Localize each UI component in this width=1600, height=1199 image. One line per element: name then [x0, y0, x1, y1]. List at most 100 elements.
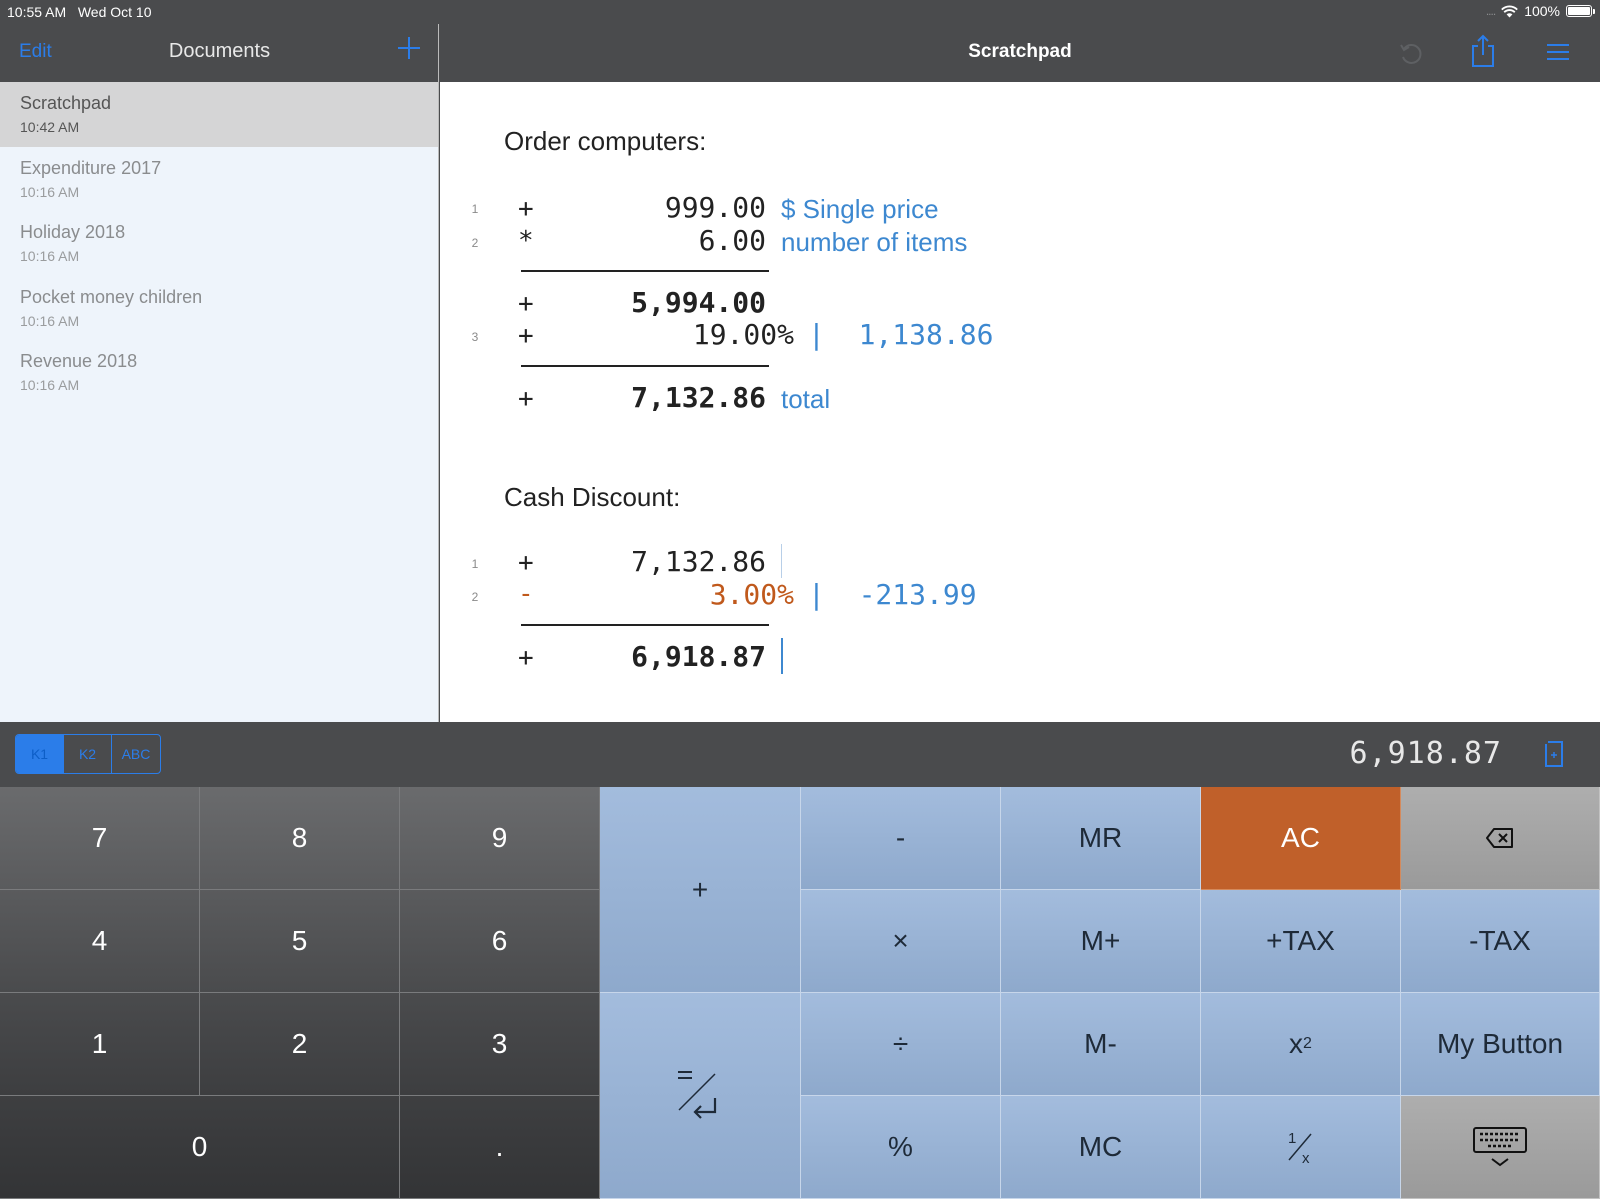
reciprocal-key[interactable]: 1x: [1201, 1096, 1401, 1199]
undo-icon[interactable]: [1398, 41, 1424, 67]
text-cursor: [781, 638, 783, 674]
line-number: 1: [471, 202, 479, 216]
line-comment: number of items: [781, 227, 968, 257]
memory-add-key[interactable]: M+: [1001, 890, 1201, 993]
line-number: 2: [471, 236, 479, 250]
battery-percent: 100%: [1524, 3, 1560, 19]
key-3[interactable]: 3: [400, 993, 600, 1096]
cursor-marker: [781, 544, 782, 578]
operator: +: [518, 384, 534, 414]
key-7[interactable]: 7: [0, 787, 200, 890]
result-display: 6,918.87: [1349, 736, 1502, 771]
status-time: 10:55 AM Wed Oct 10: [7, 4, 152, 20]
line-comment: $ Single price: [781, 194, 939, 224]
copy-result-icon[interactable]: [1542, 738, 1566, 770]
operator: +: [518, 289, 534, 319]
key-9[interactable]: 9: [400, 787, 600, 890]
document-time: 10:16 AM: [20, 248, 80, 264]
document-time: 10:16 AM: [20, 312, 80, 329]
all-clear-key[interactable]: AC: [1201, 787, 1401, 890]
tax-result: | 1,138.86: [808, 318, 994, 351]
decimal-key[interactable]: .: [400, 1096, 600, 1199]
square-key[interactable]: x2: [1201, 993, 1401, 1096]
document-item-holiday-2018[interactable]: Holiday 2018 10:16 AM: [0, 211, 438, 276]
battery-icon: [1566, 5, 1595, 17]
tax-percent: 19.00%: [692, 318, 794, 351]
sum-rule: [521, 365, 769, 367]
sidebar-title: Documents: [168, 40, 271, 62]
tab-k1[interactable]: K1: [16, 735, 64, 773]
operator: -: [518, 579, 534, 609]
document-name: Holiday 2018: [20, 222, 126, 242]
memory-recall-key[interactable]: MR: [1001, 787, 1201, 890]
backspace-icon: [1486, 828, 1513, 848]
key-8[interactable]: 8: [200, 787, 400, 890]
my-button-key[interactable]: My Button: [1401, 993, 1600, 1096]
minus-key[interactable]: -: [801, 787, 1001, 890]
document-item-scratchpad[interactable]: Scratchpad 10:42 AM: [0, 82, 438, 147]
key-2[interactable]: 2: [200, 993, 400, 1096]
subtract-tax-key[interactable]: -TAX: [1401, 890, 1600, 993]
key-0[interactable]: 0: [0, 1096, 400, 1199]
svg-text:1: 1: [1288, 1130, 1296, 1147]
key-4[interactable]: 4: [0, 890, 200, 993]
add-tax-key[interactable]: +TAX: [1201, 890, 1401, 993]
add-document-icon[interactable]: [396, 35, 422, 61]
wifi-icon: [1501, 5, 1519, 17]
document-name: Revenue 2018: [20, 351, 138, 371]
document-list: Scratchpad 10:42 AM Expenditure 2017 10:…: [0, 82, 438, 405]
equals-enter-key[interactable]: [600, 993, 801, 1199]
main-header: Scratchpad: [440, 24, 1600, 82]
key-1[interactable]: 1: [0, 993, 200, 1096]
operator: +: [518, 643, 534, 673]
status-bar: 10:55 AM Wed Oct 10 .... 100%: [0, 0, 1600, 24]
tab-k2[interactable]: K2: [64, 735, 112, 773]
multiply-key[interactable]: ×: [801, 890, 1001, 993]
total-value: 7,132.86: [631, 381, 766, 414]
svg-text:x: x: [1302, 1150, 1310, 1166]
line-number: 3: [471, 330, 479, 344]
operator: *: [518, 226, 534, 256]
line-number: 1: [471, 557, 479, 571]
key-5[interactable]: 5: [200, 890, 400, 993]
percent-key[interactable]: %: [801, 1096, 1001, 1199]
equals-enter-icon: [678, 1070, 717, 1119]
document-time: 10:16 AM: [20, 377, 80, 393]
document-item-revenue-2018[interactable]: Revenue 2018 10:16 AM: [0, 340, 438, 405]
document-time: 10:16 AM: [20, 183, 80, 200]
document-name: Expenditure 2017: [20, 157, 162, 178]
menu-icon[interactable]: [1545, 42, 1571, 62]
backspace-key[interactable]: [1401, 787, 1600, 890]
keyboard-tabs: K1 K2 ABC: [15, 734, 161, 774]
discount-result: | -213.99: [808, 578, 977, 611]
memory-clear-key[interactable]: MC: [1001, 1096, 1201, 1199]
key-6[interactable]: 6: [400, 890, 600, 993]
square-key-label: x: [1289, 1028, 1304, 1059]
memory-subtract-key[interactable]: M-: [1001, 993, 1201, 1096]
operator: +: [518, 321, 534, 351]
line-comment: total: [781, 384, 831, 414]
document-name: Scratchpad: [20, 93, 112, 113]
page-title: Scratchpad: [968, 41, 1072, 62]
sum-rule: [521, 270, 769, 272]
reciprocal-icon: 1x: [1288, 1130, 1312, 1166]
line-value: 6.00: [698, 224, 766, 257]
document-item-expenditure-2017[interactable]: Expenditure 2017 10:16 AM: [0, 147, 438, 212]
divide-key[interactable]: ÷: [801, 993, 1001, 1096]
operator: +: [518, 194, 534, 224]
line-value: 999.00: [664, 191, 766, 224]
line-number: 2: [471, 590, 479, 604]
document-time: 10:42 AM: [20, 119, 80, 135]
plus-key[interactable]: +: [600, 787, 801, 993]
keyboard-toolbar: K1 K2 ABC 6,918.87: [0, 722, 1600, 787]
cellular-signal-icon: ....: [1485, 4, 1496, 18]
keyboard-hide-icon: [1473, 1127, 1527, 1167]
tab-abc[interactable]: ABC: [112, 735, 160, 773]
hide-keyboard-key[interactable]: [1401, 1096, 1600, 1199]
share-icon[interactable]: [1470, 34, 1496, 68]
documents-sidebar: Edit Documents Scratchpad 10:42 AM Expen…: [0, 24, 439, 722]
discount-percent: 3.00%: [709, 578, 794, 611]
document-item-pocket-money-children[interactable]: Pocket money children 10:16 AM: [0, 276, 438, 341]
section-heading: Cash Discount:: [504, 482, 681, 512]
line-value: 7,132.86: [631, 545, 766, 578]
